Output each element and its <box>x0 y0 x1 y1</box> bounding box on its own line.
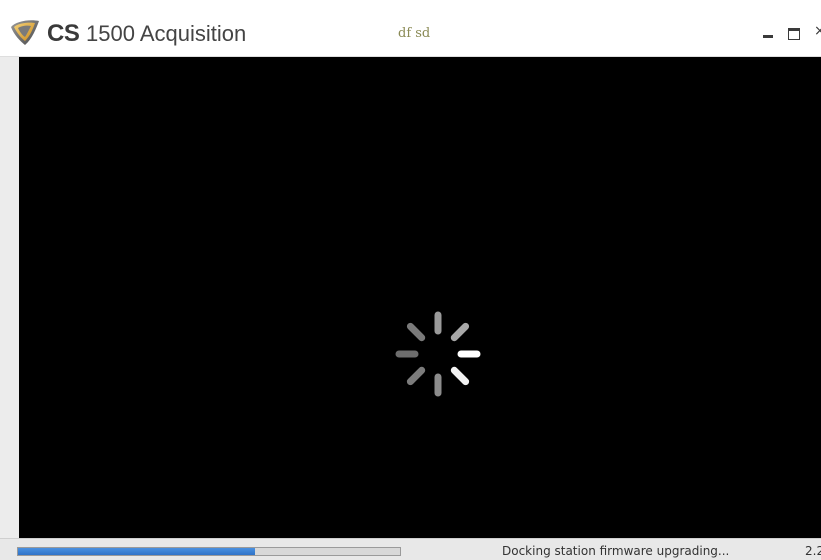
app-title-brand: CS <box>47 20 80 47</box>
spinner-spoke <box>406 366 426 386</box>
title-bar[interactable]: CS 1500 Acquisition df sd × <box>0 0 821 57</box>
firmware-progress-bar <box>17 547 401 556</box>
close-button[interactable]: × <box>812 26 821 40</box>
acquisition-viewport[interactable] <box>19 57 821 538</box>
minimize-icon <box>763 35 773 38</box>
application-window: CS 1500 Acquisition df sd × Docking stat… <box>0 0 821 560</box>
spinner-spoke <box>450 322 470 342</box>
app-title: 1500 Acquisition <box>86 21 247 46</box>
status-message: Docking station firmware upgrading... <box>502 544 730 558</box>
minimize-button[interactable] <box>762 26 776 40</box>
version-label: 2.2 <box>805 544 821 558</box>
spinner-spoke <box>406 322 426 342</box>
status-bar: Docking station firmware upgrading... 2.… <box>0 538 821 560</box>
close-icon: × <box>814 26 821 39</box>
maximize-icon <box>788 28 800 40</box>
window-subtitle: df sd <box>398 26 431 41</box>
spinner-spoke <box>450 366 470 386</box>
progress-fill <box>18 548 255 555</box>
maximize-button[interactable] <box>788 26 802 40</box>
app-logo-icon <box>11 20 39 45</box>
loading-spinner-icon <box>395 311 481 397</box>
